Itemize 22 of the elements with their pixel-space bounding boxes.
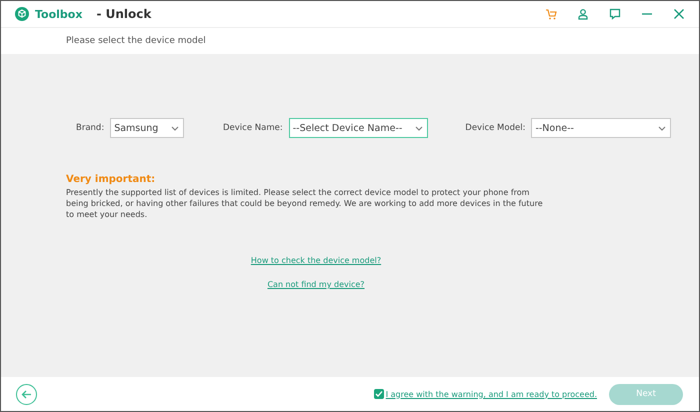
cube-logo-icon	[15, 7, 29, 21]
warning-heading: Very important:	[66, 174, 156, 185]
chevron-down-icon	[171, 126, 179, 130]
field-label: Device Model:	[465, 123, 526, 133]
dropdown-select[interactable]: --Select Device Name--	[288, 118, 428, 138]
chevron-down-icon	[658, 126, 666, 130]
dropdown-select[interactable]: Samsung	[110, 118, 184, 138]
back-button[interactable]	[16, 384, 37, 404]
chevron-down-icon	[415, 126, 424, 130]
agree-checkbox[interactable]	[374, 389, 384, 399]
app-name: Toolbox	[35, 8, 82, 20]
help-link[interactable]: How to check the device model?	[250, 256, 382, 265]
warning-text: Presently the supported list of devices is limited. Please select the correct device model to protect your phone from being bricked, or having other failures that could be beyond remedy. We are working to add more devices in the future to meet your needs.	[66, 187, 544, 220]
page-subtitle: Please select the device model	[66, 36, 206, 46]
field-label: Brand:	[76, 123, 104, 133]
field-label: Device Name:	[223, 123, 283, 133]
agree-link[interactable]: I agree with the warning, and I am ready to proceed.	[386, 390, 597, 398]
arrow-left-icon	[21, 388, 32, 400]
help-link[interactable]: Can not find my device?	[267, 280, 365, 289]
window-title: - Unlock	[96, 7, 152, 21]
dropdown-select[interactable]: --None--	[531, 118, 671, 138]
chat-icon[interactable]	[607, 6, 623, 22]
